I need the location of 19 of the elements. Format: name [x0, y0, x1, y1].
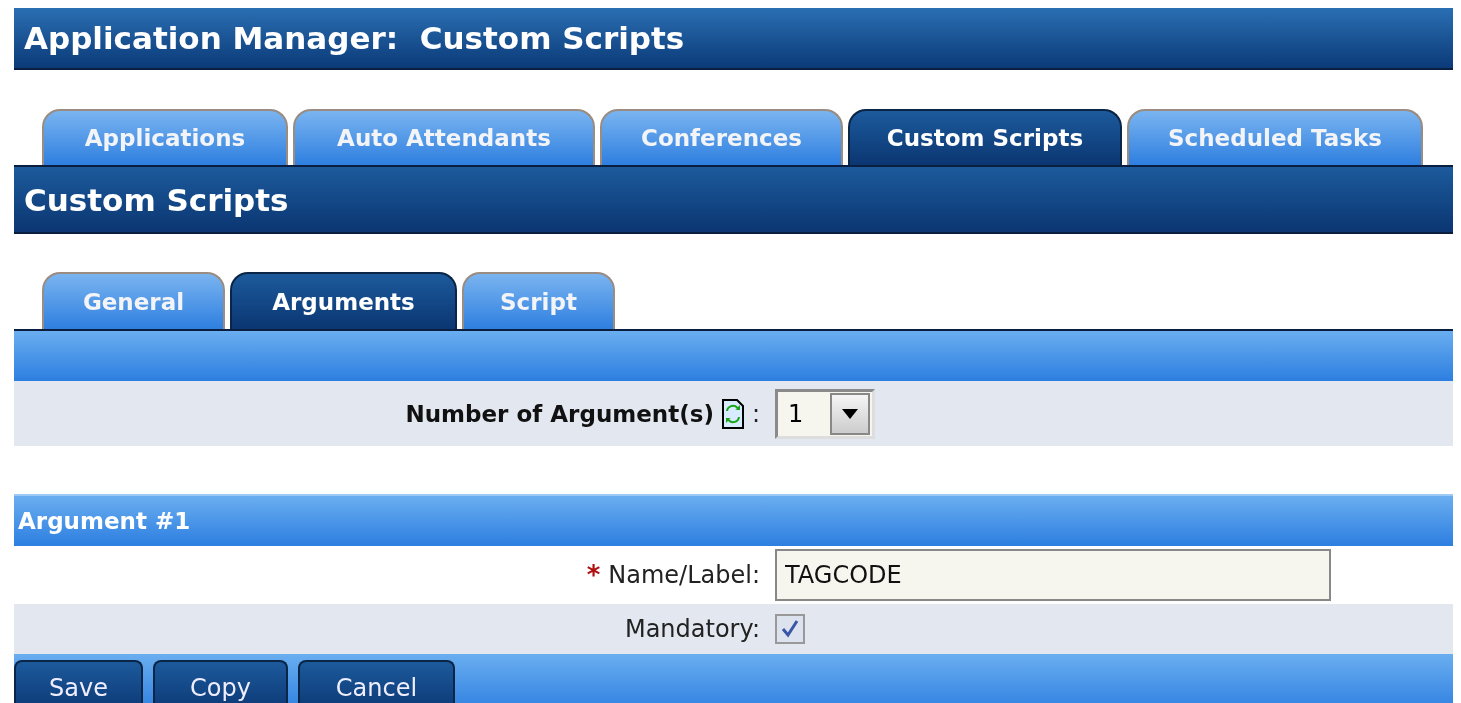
refresh-icon[interactable]	[721, 398, 744, 429]
tab[interactable]: Custom Scripts	[848, 109, 1122, 165]
tab[interactable]: Arguments	[230, 272, 457, 329]
checkmark-icon	[780, 619, 800, 639]
section-header: Argument #1	[14, 494, 1453, 546]
action-button[interactable]: Copy	[153, 660, 288, 703]
action-button[interactable]: Cancel	[298, 660, 455, 703]
mandatory-checkbox[interactable]	[775, 614, 805, 644]
page-title: Application Manager: Custom Scripts	[14, 8, 1453, 70]
count-dropdown[interactable]: 1	[775, 388, 875, 439]
name-input-field[interactable]: TAGCODE	[775, 549, 1331, 601]
action-button[interactable]: Save	[14, 660, 143, 703]
field-label: Mandatory:	[624, 615, 760, 643]
field-label: Name/Label:	[608, 561, 760, 589]
field-label: Number of Argument(s)	[405, 400, 714, 427]
caret-icon	[842, 408, 858, 419]
colon: :	[751, 399, 760, 428]
required-mark: *	[586, 560, 601, 590]
section-title: Custom Scripts	[14, 165, 1453, 234]
